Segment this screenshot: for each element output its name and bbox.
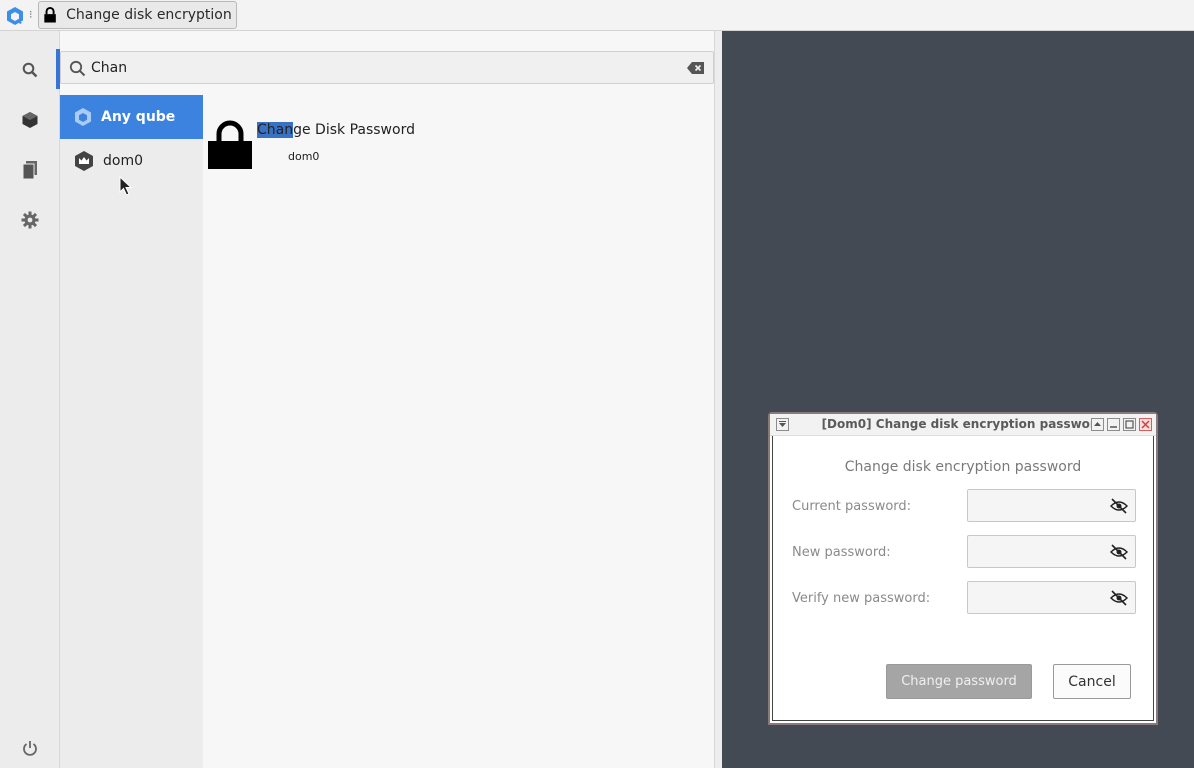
result-item-change-disk-password[interactable]: Change Disk Password dom0 [208,119,608,171]
current-password-label: Current password: [792,499,912,514]
minimize-button[interactable] [1107,418,1120,431]
clear-search-icon[interactable] [687,61,705,75]
cancel-button[interactable]: Cancel [1053,664,1131,699]
current-password-input[interactable] [974,496,1099,516]
change-password-dialog: [Dom0] Change disk encryption password C… [768,412,1158,725]
close-button[interactable] [1139,418,1152,431]
new-password-input[interactable] [974,542,1099,562]
verify-password-input[interactable] [974,588,1099,608]
qube-item-label: Any qube [101,109,176,125]
qubes-logo-icon[interactable] [5,6,25,26]
verify-password-field[interactable] [967,581,1136,614]
lock-icon [208,120,252,169]
lock-icon [44,6,56,23]
taskbar: ⁝ Change disk encryption p... [0,0,1194,31]
dialog-body: Change disk encryption password Current … [772,436,1154,721]
power-icon[interactable] [19,737,41,759]
search-box[interactable] [60,51,714,84]
change-password-button[interactable]: Change password [886,664,1032,699]
qube-icon[interactable] [19,109,41,131]
search-icon[interactable] [19,59,41,81]
new-password-label: New password: [792,545,891,560]
results-list: Change Disk Password dom0 [203,95,714,768]
hide-password-icon[interactable] [1110,544,1128,560]
result-title-rest: ge Disk Password [293,122,415,138]
hide-password-icon[interactable] [1110,590,1128,606]
dialog-titlebar[interactable]: [Dom0] Change disk encryption password [770,414,1156,436]
search-match-highlight: Chan [257,122,294,138]
hide-password-icon[interactable] [1110,498,1128,514]
app-menu: Any qube dom0 Change Disk Password dom0 [0,31,722,768]
taskbar-separator: ⁝ [29,8,33,21]
task-button-label: Change disk encryption p... [66,7,236,23]
qube-item-label: dom0 [103,153,143,169]
result-subtitle: dom0 [288,150,320,163]
bookmark-icon[interactable] [19,159,41,181]
qube-item-any-qube[interactable]: Any qube [60,95,203,139]
mouse-cursor-icon [119,176,133,196]
maximize-button[interactable] [1123,418,1136,431]
qubes-logo-icon [75,108,91,126]
menu-sidebar [0,31,60,768]
result-title: Change Disk Password [257,122,415,138]
new-password-field[interactable] [967,535,1136,568]
search-icon [69,60,86,77]
verify-password-label: Verify new password: [792,591,931,606]
dom0-crown-icon [75,151,93,171]
dialog-heading: Change disk encryption password [844,459,1082,475]
search-input[interactable] [91,57,681,79]
shade-button[interactable] [1091,418,1104,431]
gear-icon[interactable] [19,209,41,231]
task-button-change-disk-encryption[interactable]: Change disk encryption p... [38,1,237,29]
current-password-field[interactable] [967,489,1136,522]
menu-edge [714,31,722,768]
